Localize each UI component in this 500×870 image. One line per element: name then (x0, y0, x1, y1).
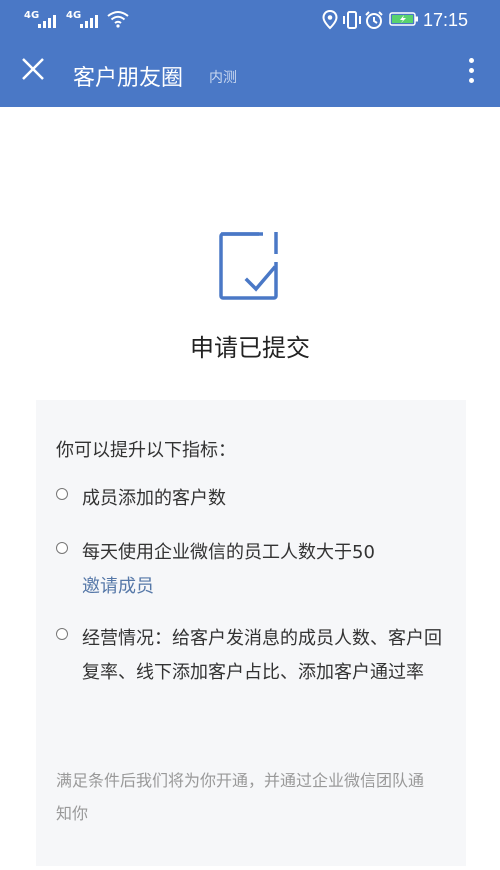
card-heading: 你可以提升以下指标： (56, 440, 236, 461)
signal-icon-1 (38, 14, 56, 28)
bullet-circle-icon (56, 542, 68, 554)
item-text: 经营情况：给客户发消息的成员人数、客户回复率、线下添加客户占比、添加客户通过率 (82, 628, 442, 683)
battery-icon (389, 10, 419, 32)
footnote-text: 满足条件后我们将为你开通，并通过企业微信团队通知你 (56, 771, 425, 823)
navbar: 客户朋友圈 内测 (0, 40, 500, 107)
document-check-icon (219, 232, 279, 306)
wifi-icon (107, 10, 129, 32)
bullet-circle-icon (56, 628, 68, 640)
bullet-circle-icon (56, 488, 68, 500)
more-options-button[interactable] (466, 58, 476, 90)
page-title: 客户朋友圈 (73, 66, 184, 91)
invite-members-link[interactable]: 邀请成员 (82, 570, 451, 604)
close-icon (22, 58, 44, 80)
item-text: 成员添加的客户数 (82, 488, 226, 509)
app-header: 4G 4G 17:15 客户朋友圈 内测 (0, 0, 500, 107)
close-button[interactable] (18, 54, 48, 84)
list-item: 每天使用企业微信的员工人数大于50 邀请成员 (56, 536, 451, 604)
list-item: 成员添加的客户数 (56, 482, 451, 516)
requirements-card: 你可以提升以下指标： 成员添加的客户数 每天使用企业微信的员工人数大于50 邀请… (36, 400, 466, 866)
list-item: 经营情况：给客户发消息的成员人数、客户回复率、线下添加客户占比、添加客户通过率 (56, 622, 451, 690)
network-type-2: 4G (66, 10, 82, 21)
clock-time: 17:15 (422, 10, 468, 30)
more-vertical-icon (466, 58, 476, 83)
item-text: 每天使用企业微信的员工人数大于50 (82, 542, 375, 563)
alarm-icon (364, 10, 384, 34)
beta-badge: 内测 (209, 70, 237, 86)
result-title: 申请已提交 (190, 334, 310, 362)
vibrate-icon (342, 10, 362, 34)
signal-icon-2 (80, 14, 98, 28)
location-icon (322, 9, 338, 34)
network-type-1: 4G (24, 10, 40, 21)
status-bar: 4G 4G 17:15 (0, 0, 500, 40)
